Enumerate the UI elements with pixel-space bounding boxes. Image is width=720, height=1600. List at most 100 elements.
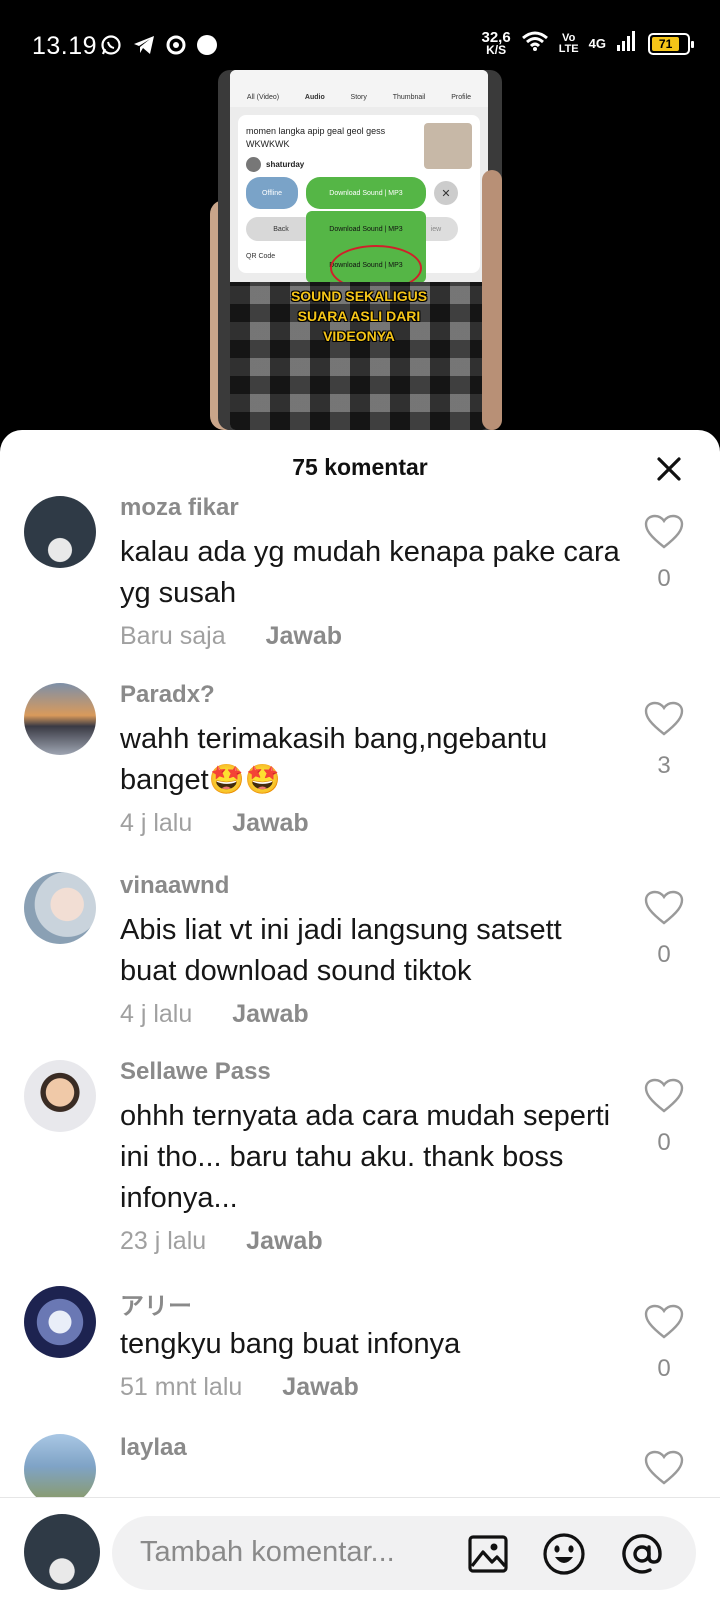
comment-text: kalau ada yg mudah kenapa pake cara yg s… bbox=[120, 536, 620, 609]
like-control: 3 bbox=[636, 701, 692, 780]
comment-meta: 4 j lalu Jawab bbox=[120, 809, 620, 838]
comment-body: vinaawnd Abis liat vt ini jadi langsung … bbox=[120, 872, 620, 1029]
filmed-tabs: All (Video) Audio Story Thumbnail Profil… bbox=[230, 70, 488, 107]
comment-username[interactable]: アリー bbox=[120, 1286, 620, 1320]
video-player[interactable]: All (Video) Audio Story Thumbnail Profil… bbox=[0, 70, 720, 430]
comment-username[interactable]: Sellawe Pass bbox=[120, 1058, 620, 1090]
avatar[interactable] bbox=[24, 496, 96, 568]
filmed-card-title: momen langka apip geal geol gess WKWKWK bbox=[246, 126, 386, 149]
chrome-icon bbox=[166, 35, 186, 60]
comment-time: 4 j lalu bbox=[120, 809, 193, 837]
system-icons: 32,6 K/S Vo LTE 4G 71 bbox=[481, 28, 694, 57]
filmed-qr-label: QR Code bbox=[246, 253, 276, 260]
filmed-author-avatar bbox=[246, 157, 261, 172]
image-icon[interactable] bbox=[466, 1532, 510, 1576]
avatar[interactable] bbox=[24, 1060, 96, 1132]
comment-username[interactable]: laylaa bbox=[120, 1434, 620, 1466]
speed-value: 32,6 bbox=[481, 28, 511, 46]
heart-icon[interactable] bbox=[644, 1450, 684, 1486]
comment-text: Abis liat vt ini jadi langsung satsett b… bbox=[120, 914, 562, 987]
avatar[interactable] bbox=[24, 872, 96, 944]
reply-button[interactable]: Jawab bbox=[282, 1373, 358, 1402]
like-control bbox=[636, 1450, 692, 1491]
filmed-author: shaturday bbox=[246, 157, 304, 172]
caption-line: VIDEONYA bbox=[323, 328, 395, 344]
heart-icon[interactable] bbox=[644, 1078, 684, 1114]
volte-bottom: LTE bbox=[558, 42, 579, 55]
sheet-header: 75 komentar bbox=[0, 430, 720, 500]
network-speed: 32,6 K/S bbox=[481, 28, 511, 56]
filmed-tab: Thumbnail bbox=[392, 94, 426, 101]
filmed-download-button: Download Sound | MP3 bbox=[306, 177, 426, 209]
comment-composer: Tambah komentar... bbox=[0, 1497, 720, 1600]
filmed-tab: Profile bbox=[451, 94, 472, 101]
reply-button[interactable]: Jawab bbox=[266, 622, 342, 651]
comment-meta: 51 mnt lalu Jawab bbox=[120, 1373, 620, 1402]
hand-right bbox=[482, 170, 502, 430]
comment-time: 4 j lalu bbox=[120, 1000, 193, 1028]
mention-icon[interactable] bbox=[620, 1532, 664, 1576]
comment-count-title: 75 komentar bbox=[292, 454, 428, 480]
filmed-close-icon: ✕ bbox=[434, 181, 458, 205]
heart-icon[interactable] bbox=[644, 514, 684, 550]
like-count: 0 bbox=[657, 565, 671, 592]
caption-line: SOUND SEKALIGUS bbox=[290, 288, 428, 304]
comment-meta: 23 j lalu Jawab bbox=[120, 1227, 620, 1256]
comment-text: ohhh ternyata ada cara mudah seperti ini… bbox=[120, 1100, 611, 1214]
filmed-author-name: shaturday bbox=[266, 160, 305, 169]
comment-body: Paradx? wahh terimakasih bang,ngebantu b… bbox=[120, 681, 620, 838]
signal-icon bbox=[616, 30, 638, 57]
video-caption: SOUND SEKALIGUS SUARA ASLI DARI VIDEONYA bbox=[230, 286, 488, 346]
like-control: 0 bbox=[636, 514, 692, 593]
close-icon bbox=[657, 457, 681, 481]
status-time: 13.19 bbox=[32, 32, 98, 60]
volte-indicator: Vo LTE bbox=[558, 31, 579, 55]
filmed-screen: All (Video) Audio Story Thumbnail Profil… bbox=[230, 70, 488, 430]
filmed-tab: Story bbox=[350, 94, 367, 101]
heart-icon[interactable] bbox=[644, 890, 684, 926]
comment-username[interactable]: vinaawnd bbox=[120, 872, 620, 904]
telegram-icon bbox=[132, 34, 156, 61]
reply-button[interactable]: Jawab bbox=[232, 1000, 308, 1029]
emoji-icon[interactable] bbox=[542, 1532, 586, 1576]
filmed-offline-button: Offline bbox=[246, 177, 298, 209]
like-count: 0 bbox=[657, 1129, 671, 1156]
comment-input-placeholder: Tambah komentar... bbox=[140, 1536, 395, 1568]
avatar[interactable] bbox=[24, 683, 96, 755]
avatar[interactable] bbox=[24, 1286, 96, 1358]
filmed-phone: All (Video) Audio Story Thumbnail Profil… bbox=[218, 70, 502, 430]
reply-button[interactable]: Jawab bbox=[232, 809, 308, 838]
like-control: 0 bbox=[636, 1304, 692, 1383]
heart-icon[interactable] bbox=[644, 1304, 684, 1340]
wifi-icon bbox=[521, 30, 549, 57]
comment-meta: Baru saja Jawab bbox=[120, 622, 620, 651]
like-count: 0 bbox=[657, 941, 671, 968]
comment-meta: 4 j lalu Jawab bbox=[120, 1000, 620, 1029]
filmed-card: momen langka apip geal geol gess WKWKWK … bbox=[238, 115, 480, 291]
whatsapp-icon bbox=[100, 34, 122, 61]
network-type: 4G bbox=[588, 36, 606, 51]
avatar[interactable] bbox=[24, 1434, 96, 1506]
battery-level: 71 bbox=[652, 36, 680, 51]
close-button[interactable] bbox=[654, 454, 684, 484]
comment-text: wahh terimakasih bang,ngebantu banget🤩🤩 bbox=[120, 723, 548, 796]
like-count: 3 bbox=[657, 752, 671, 779]
filmed-tab: All (Video) bbox=[246, 94, 280, 101]
filmed-tab: Audio bbox=[304, 94, 325, 101]
like-count: 0 bbox=[657, 1355, 671, 1382]
comment-body: Sellawe Pass ohhh ternyata ada cara muda… bbox=[120, 1058, 620, 1256]
volte-top: Vo bbox=[562, 31, 576, 44]
comment-username[interactable]: Paradx? bbox=[120, 681, 620, 713]
comment-text: tengkyu bang buat infonya bbox=[120, 1328, 461, 1360]
comment-body: moza fikar kalau ada yg mudah kenapa pak… bbox=[120, 494, 620, 651]
filmed-menu-item: Download Sound | MP3 bbox=[329, 225, 403, 233]
battery-icon: 71 bbox=[648, 32, 694, 55]
comments-sheet: 75 komentar moza fikar kalau ada yg muda… bbox=[0, 430, 720, 1600]
comment-input[interactable]: Tambah komentar... bbox=[112, 1516, 696, 1590]
filmed-thumbnail bbox=[424, 123, 472, 169]
dot-icon bbox=[196, 34, 218, 61]
comment-body: laylaa bbox=[120, 1434, 620, 1466]
comment-username[interactable]: moza fikar bbox=[120, 494, 620, 526]
heart-icon[interactable] bbox=[644, 701, 684, 737]
reply-button[interactable]: Jawab bbox=[246, 1227, 322, 1256]
